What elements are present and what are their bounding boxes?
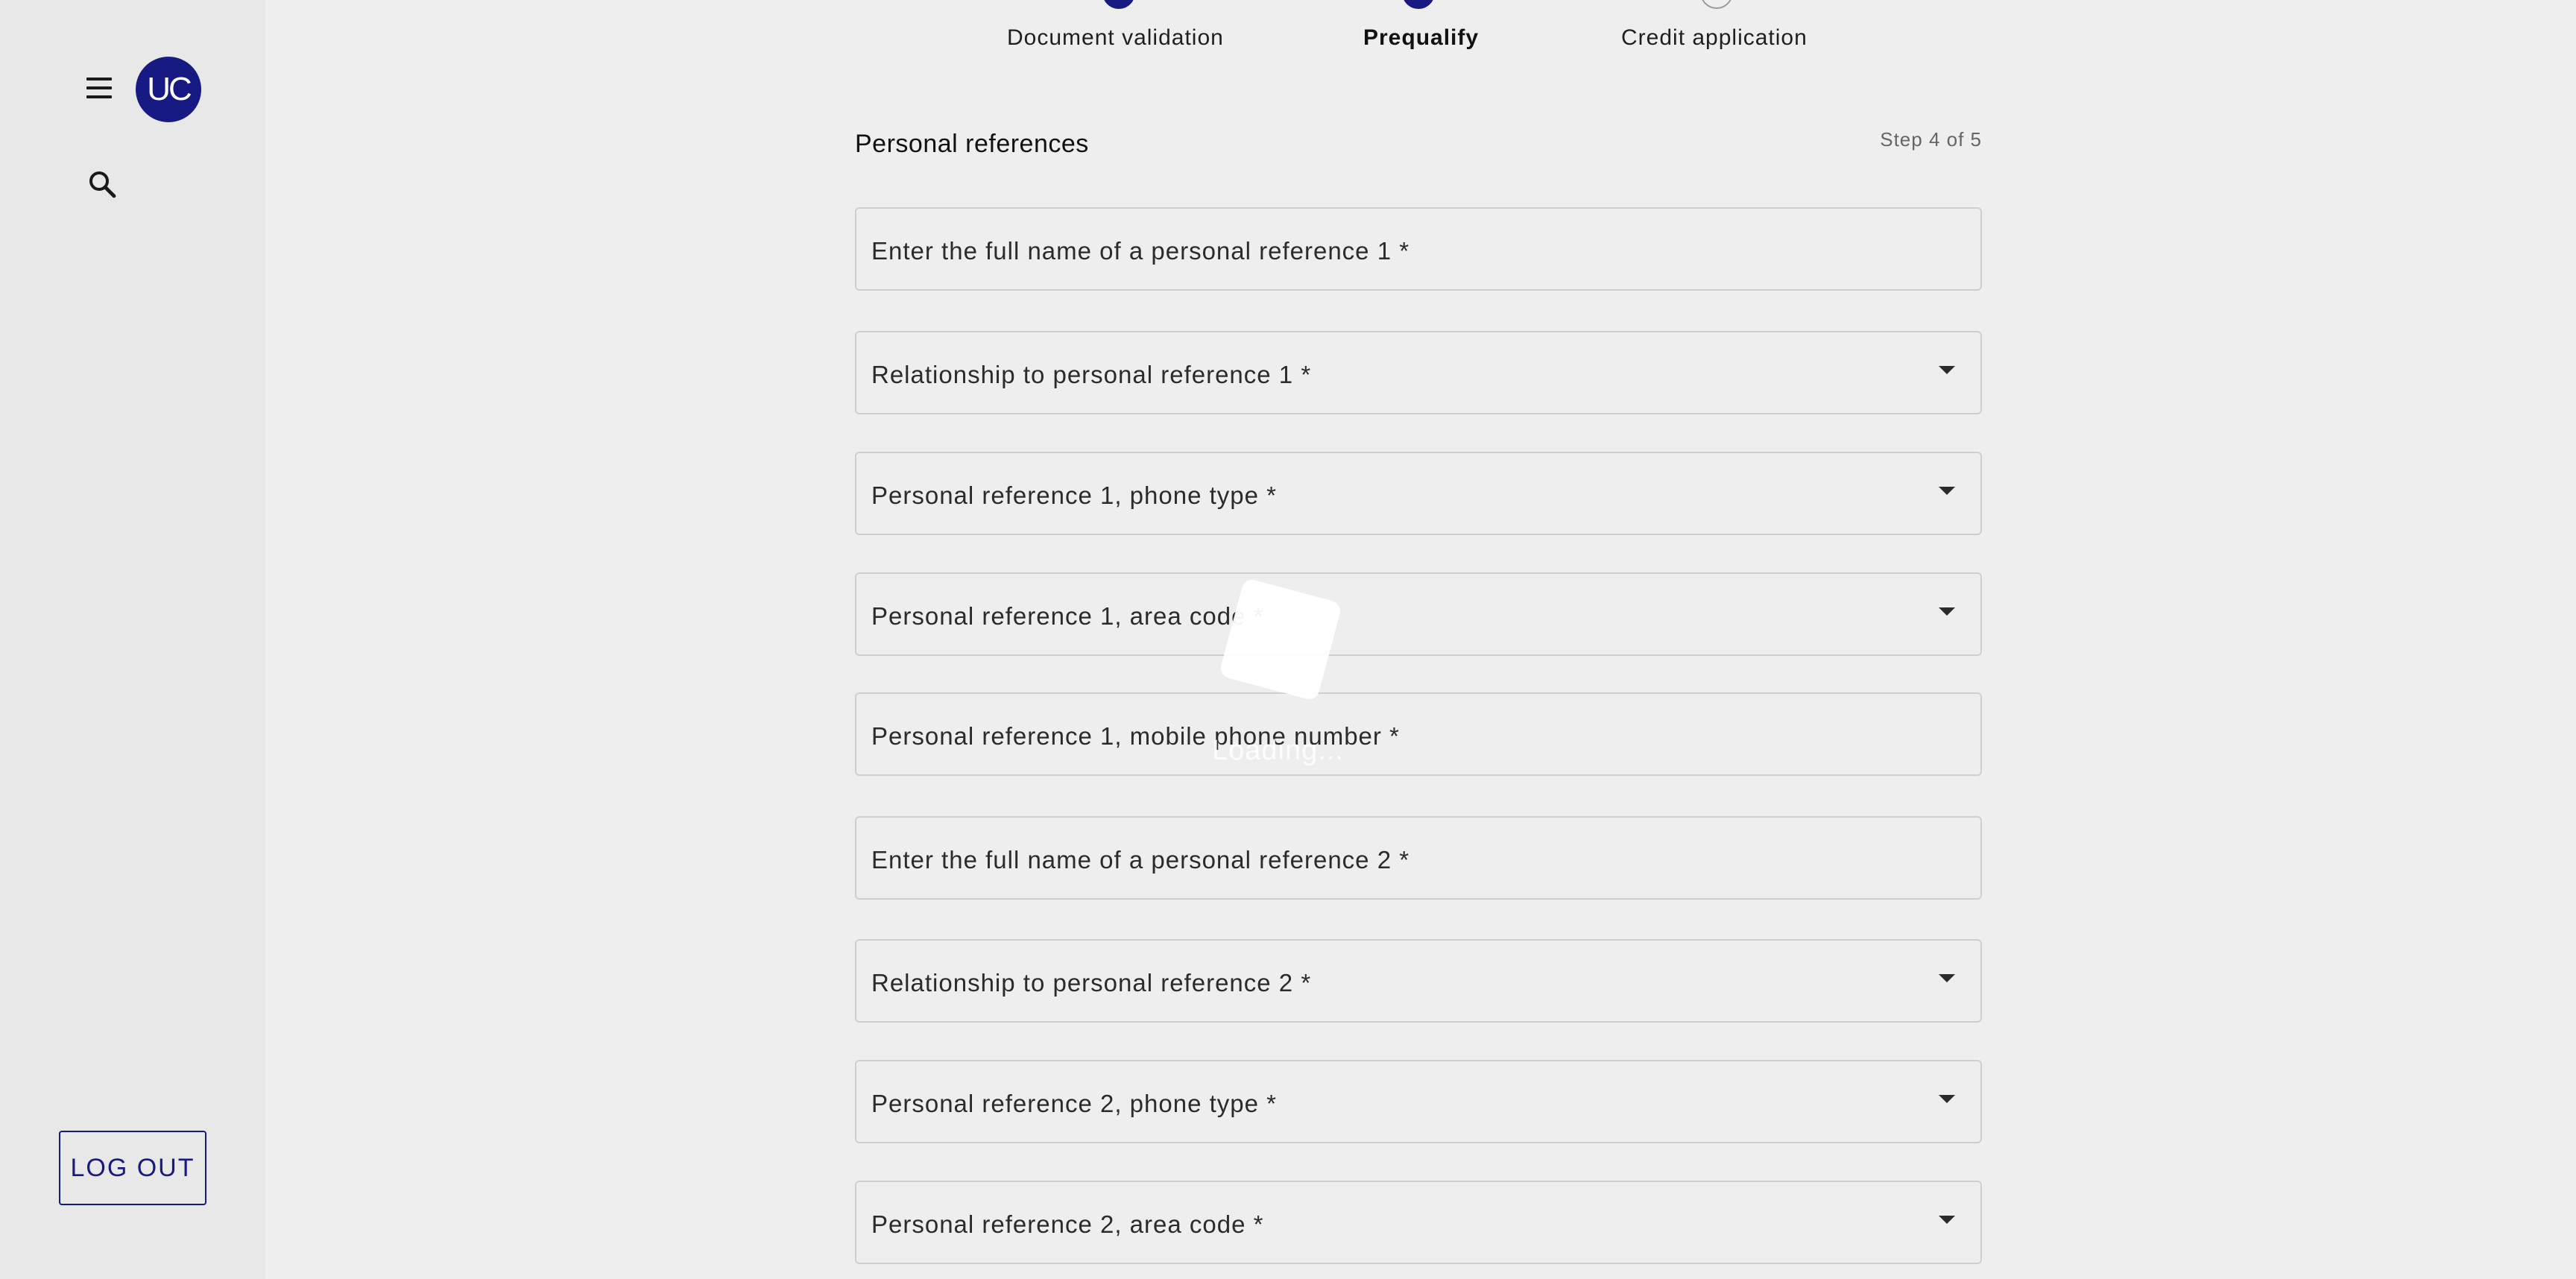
step-upcoming-icon xyxy=(1700,0,1733,9)
step-indicator: Step 4 of 5 xyxy=(1880,128,1982,151)
dropdown-arrow-icon xyxy=(1939,1216,1955,1224)
field-label: Personal reference 1, phone type * xyxy=(871,481,1278,509)
field-label: Enter the full name of a personal refere… xyxy=(871,846,1410,874)
step-label-document-validation[interactable]: Document validation xyxy=(1007,25,1224,51)
field-label: Personal reference 1, area code * xyxy=(871,602,1264,630)
dropdown-arrow-icon xyxy=(1939,487,1955,495)
hamburger-menu-icon xyxy=(86,78,112,80)
field-label: Relationship to personal reference 1 * xyxy=(871,361,1312,388)
dropdown-arrow-icon xyxy=(1939,974,1955,982)
reference-1-phone-type-select[interactable]: Personal reference 1, phone type * xyxy=(855,452,1982,535)
step-completed-icon xyxy=(1102,0,1135,9)
reference-1-relationship-select[interactable]: Relationship to personal reference 1 * xyxy=(855,331,1982,414)
field-label: Personal reference 2, phone type * xyxy=(871,1090,1278,1117)
step-active-icon xyxy=(1402,0,1435,9)
reference-2-relationship-select[interactable]: Relationship to personal reference 2 * xyxy=(855,939,1982,1023)
section-title: Personal references xyxy=(855,130,1089,158)
field-label: Relationship to personal reference 2 * xyxy=(871,969,1312,997)
reference-2-area-code-select[interactable]: Personal reference 2, area code * xyxy=(855,1181,1982,1264)
step-label-credit-application[interactable]: Credit application xyxy=(1621,25,1808,51)
dropdown-arrow-icon xyxy=(1939,607,1955,616)
dropdown-arrow-icon xyxy=(1939,1095,1955,1103)
reference-2-name-input[interactable]: Enter the full name of a personal refere… xyxy=(855,816,1982,900)
sidebar: UC LOG OUT xyxy=(0,0,265,1279)
avatar[interactable]: UC xyxy=(136,57,201,122)
dropdown-arrow-icon xyxy=(1939,366,1955,374)
field-label: Enter the full name of a personal refere… xyxy=(871,237,1410,265)
reference-1-name-input[interactable]: Enter the full name of a personal refere… xyxy=(855,207,1982,291)
logout-button[interactable]: LOG OUT xyxy=(59,1131,206,1205)
search-button[interactable] xyxy=(85,167,121,203)
reference-1-mobile-number-input[interactable]: Personal reference 1, mobile phone numbe… xyxy=(855,692,1982,776)
menu-button[interactable] xyxy=(82,75,116,104)
step-label-prequalify[interactable]: Prequalify xyxy=(1363,25,1479,51)
reference-1-area-code-select[interactable]: Personal reference 1, area code * xyxy=(855,572,1982,656)
field-label: Personal reference 1, mobile phone numbe… xyxy=(871,722,1400,750)
field-label: Personal reference 2, area code * xyxy=(871,1210,1264,1238)
reference-2-phone-type-select[interactable]: Personal reference 2, phone type * xyxy=(855,1060,1982,1143)
search-icon xyxy=(89,171,116,198)
